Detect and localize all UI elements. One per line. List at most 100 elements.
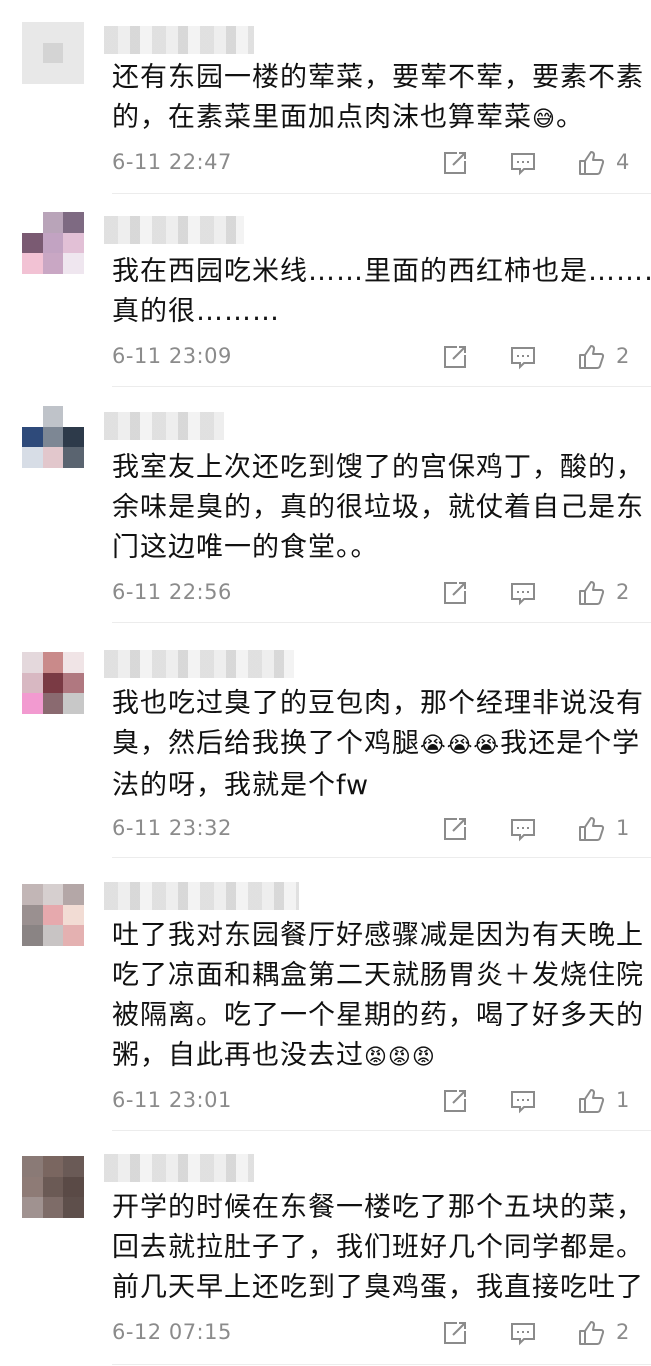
share-edit-icon[interactable]: [440, 148, 470, 178]
thumbs-up-icon[interactable]: [576, 148, 606, 178]
avatar[interactable]: [22, 406, 84, 468]
thumbs-up-icon[interactable]: [576, 814, 606, 844]
avatar-pixel: [22, 253, 43, 274]
avatar-pixel: [42, 1197, 64, 1218]
like-count: 4: [616, 150, 630, 174]
avatar-pixel: [63, 693, 84, 714]
avatar-pixel: [22, 22, 43, 43]
avatar-pixel: [42, 904, 64, 926]
like-count: 1: [616, 816, 630, 840]
comment-time: 6-11 23:09: [112, 344, 232, 368]
avatar-pixel: [42, 447, 64, 468]
comment-meta: 6-11 23:32 1: [112, 812, 632, 848]
comment-text: 我在西园吃米线……里面的西红柿也是……… 真的很………: [112, 256, 651, 327]
avatar-pixel: [22, 672, 43, 694]
like-count: 2: [616, 580, 630, 604]
username-redacted[interactable]: [104, 26, 254, 54]
like-count: 2: [616, 344, 630, 368]
divider: [112, 193, 651, 194]
share-edit-icon[interactable]: [440, 1086, 470, 1116]
avatar-pixel: [22, 212, 43, 233]
like-count: 1: [616, 1088, 630, 1112]
avatar-pixel: [63, 904, 84, 926]
grin-sweat-emoji: 😅: [532, 107, 556, 132]
share-edit-icon[interactable]: [440, 1318, 470, 1348]
avatar-pixel: [63, 426, 84, 448]
reply-comment-icon[interactable]: [508, 578, 538, 608]
comment-meta: 6-11 22:47 4: [112, 146, 632, 182]
avatar[interactable]: [22, 884, 84, 946]
avatar-pixel: [22, 693, 43, 714]
reply-comment-icon[interactable]: [508, 814, 538, 844]
avatar-pixel: [22, 1197, 43, 1218]
comment-text: 还有东园一楼的荤菜，要荤不荤，要素不素 的，在素菜里面加点肉沫也算荤菜😅。: [112, 62, 644, 133]
thumbs-up-icon[interactable]: [576, 1086, 606, 1116]
thumbs-up-icon[interactable]: [576, 578, 606, 608]
avatar-pixel: [22, 1176, 43, 1198]
avatar-pixel: [22, 406, 43, 427]
divider: [112, 622, 651, 623]
avatar-pixel: [22, 63, 43, 84]
avatar-pixel: [42, 693, 64, 714]
username-redacted[interactable]: [104, 1154, 254, 1182]
avatar-pixel: [22, 232, 43, 254]
divider: [112, 1364, 651, 1365]
share-edit-icon[interactable]: [440, 814, 470, 844]
crying-emoji: 😭😭😭: [420, 733, 501, 758]
divider: [112, 1130, 651, 1131]
avatar-pixel: [63, 253, 84, 274]
avatar-pixel: [22, 884, 43, 905]
avatar[interactable]: [22, 212, 84, 274]
avatar[interactable]: [22, 22, 84, 84]
avatar-pixel: [63, 652, 84, 673]
avatar[interactable]: [22, 652, 84, 714]
reply-comment-icon[interactable]: [508, 148, 538, 178]
avatar-pixel: [42, 426, 64, 448]
avatar-pixel: [42, 232, 64, 254]
comment-text: 开学的时候在东餐一楼吃了那个五块的菜， 回去就拉肚子了，我们班好几个同学都是。 …: [112, 1192, 644, 1303]
avatar-pixel: [63, 447, 84, 468]
avatar[interactable]: [22, 1156, 84, 1218]
avatar-pixel: [63, 925, 84, 946]
avatar-pixel: [63, 232, 84, 254]
avatar-pixel: [42, 652, 64, 673]
avatar-pixel: [22, 925, 43, 946]
avatar-pixel: [42, 406, 64, 427]
avatar-pixel: [22, 904, 43, 926]
share-edit-icon[interactable]: [440, 342, 470, 372]
comment-list: 还有东园一楼的荤菜，要荤不荤，要素不素 的，在素菜里面加点肉沫也算荤菜😅。 6-…: [0, 0, 651, 1366]
username-redacted[interactable]: [104, 882, 299, 910]
avatar-pixel: [42, 22, 64, 43]
avatar-pixel: [42, 212, 64, 233]
comment-text: 我室友上次还吃到馊了的宫保鸡丁，酸的， 余味是臭的，真的很垃圾，就仗着自己是东 …: [112, 452, 644, 563]
comment-time: 6-11 23:32: [112, 816, 232, 840]
username-redacted[interactable]: [104, 412, 224, 440]
reply-comment-icon[interactable]: [508, 342, 538, 372]
avatar-pixel: [42, 253, 64, 274]
avatar-pixel: [63, 406, 84, 427]
avatar-pixel: [63, 1156, 84, 1177]
avatar-pixel: [63, 212, 84, 233]
comment-text: 吐了我对东园餐厅好感骤减是因为有天晚上 吃了凉面和耦盒第二天就肠胃炎＋发烧住院 …: [112, 920, 644, 1071]
comment-meta: 6-12 07:15 2: [112, 1316, 632, 1352]
comment-meta: 6-11 23:01 1: [112, 1084, 632, 1120]
avatar-pixel: [22, 652, 43, 673]
avatar-pixel: [63, 42, 84, 64]
avatar-pixel: [22, 426, 43, 448]
share-edit-icon[interactable]: [440, 578, 470, 608]
username-redacted[interactable]: [104, 216, 244, 244]
avatar-pixel: [22, 1156, 43, 1177]
avatar-pixel: [22, 447, 43, 468]
thumbs-up-icon[interactable]: [576, 1318, 606, 1348]
comment-meta: 6-11 23:09 2: [112, 340, 632, 376]
comment-time: 6-11 23:01: [112, 1088, 232, 1112]
avatar-pixel: [63, 22, 84, 43]
comment-text: 我也吃过臭了的豆包肉，那个经理非说没有 臭，然后给我换了个鸡腿😭😭😭我还是个学 …: [112, 688, 644, 801]
reply-comment-icon[interactable]: [508, 1318, 538, 1348]
thumbs-up-icon[interactable]: [576, 342, 606, 372]
avatar-pixel: [63, 63, 84, 84]
username-redacted[interactable]: [104, 650, 294, 678]
reply-comment-icon[interactable]: [508, 1086, 538, 1116]
comment-time: 6-11 22:47: [112, 150, 232, 174]
avatar-pixel: [63, 884, 84, 905]
